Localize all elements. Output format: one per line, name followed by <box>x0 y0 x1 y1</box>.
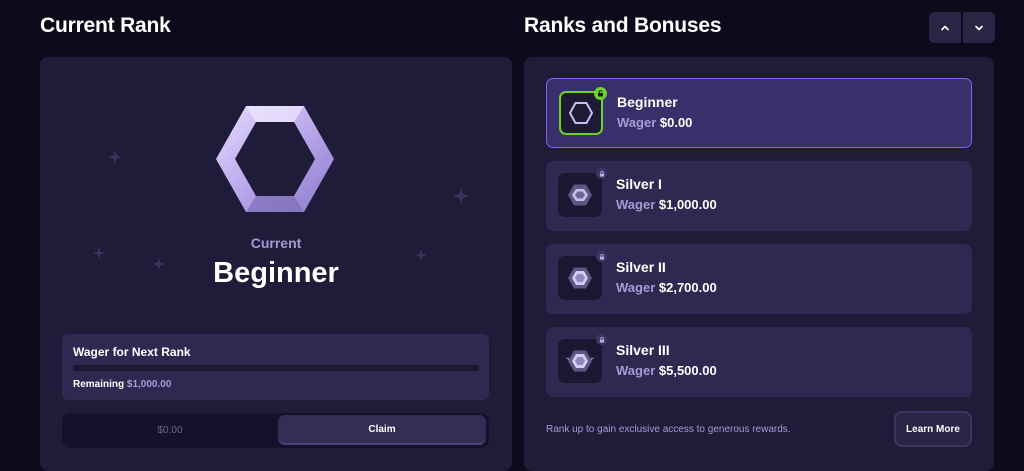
rank-wager: Wager $0.00 <box>617 115 692 130</box>
rank-card-silver-3[interactable]: Silver III Wager $5,500.00 <box>546 327 972 397</box>
claim-amount: $0.00 <box>157 425 183 436</box>
current-label: Current <box>250 235 302 251</box>
rank-icon-box <box>558 334 607 383</box>
sparkle-icon <box>453 188 469 204</box>
next-rank-progress-box: Wager for Next Rank Remaining $1,000.00 <box>62 334 489 400</box>
rank-card-silver-2[interactable]: Silver II Wager $2,700.00 <box>546 244 972 314</box>
chevron-up-icon <box>941 25 949 30</box>
rank-wager-amount: $2,700.00 <box>658 280 717 295</box>
rank-wager-amount: $5,500.00 <box>658 363 717 378</box>
current-rank-title: Current Rank <box>40 14 171 37</box>
rank-card-silver-1[interactable]: Silver I Wager $1,000.00 <box>546 161 972 231</box>
rank-name: Beginner <box>617 94 678 110</box>
silver-rank-icon <box>565 350 595 372</box>
scroll-up-button[interactable] <box>929 12 961 43</box>
lock-icon <box>596 334 607 345</box>
current-rank-name: Beginner <box>213 257 339 289</box>
rank-icon-box <box>558 251 607 300</box>
ranks-footer-text: Rank up to gain exclusive access to gene… <box>546 424 791 435</box>
next-rank-progress-bar <box>73 365 479 371</box>
rank-scroll-controls <box>929 12 995 43</box>
unlocked-badge-icon <box>594 87 607 100</box>
wager-label: Wager <box>616 363 656 378</box>
hexagon-rank-icon <box>216 106 334 212</box>
ranks-panel: Beginner Wager $0.00 Silver I Wager $1,0… <box>524 57 994 471</box>
rank-icon-box <box>559 87 607 135</box>
claim-button[interactable]: Claim <box>278 415 486 445</box>
lock-icon <box>596 251 607 262</box>
lock-icon <box>596 168 607 179</box>
rank-wager: Wager $1,000.00 <box>616 197 717 212</box>
silver-rank-icon <box>568 184 592 206</box>
rank-name: Silver I <box>616 176 662 192</box>
ranks-and-bonuses-title: Ranks and Bonuses <box>524 14 722 37</box>
learn-more-button[interactable]: Learn More <box>894 411 972 447</box>
wager-label: Wager <box>616 280 656 295</box>
wager-label: Wager <box>617 115 657 130</box>
rank-name: Silver II <box>616 259 666 275</box>
wager-for-next-rank-label: Wager for Next Rank <box>73 345 191 359</box>
rank-name: Silver III <box>616 342 670 358</box>
claim-row: $0.00 Claim <box>62 413 489 448</box>
hexagon-rank-icon <box>569 102 593 124</box>
silver-rank-icon <box>568 267 592 289</box>
scroll-down-button[interactable] <box>963 12 995 43</box>
chevron-down-icon <box>975 25 983 30</box>
rank-wager-amount: $1,000.00 <box>658 197 717 212</box>
rank-wager: Wager $2,700.00 <box>616 280 717 295</box>
rank-wager-amount: $0.00 <box>659 115 693 130</box>
sparkle-icon <box>108 150 122 164</box>
rank-icon-box <box>558 168 607 217</box>
wager-label: Wager <box>616 197 656 212</box>
remaining-value: $1,000.00 <box>126 379 172 390</box>
rank-card-beginner[interactable]: Beginner Wager $0.00 <box>546 78 972 148</box>
remaining-label: Remaining <box>73 379 125 390</box>
remaining-text: Remaining $1,000.00 <box>73 379 171 390</box>
current-rank-panel: Current Beginner Wager for Next Rank Rem… <box>40 57 512 471</box>
rank-wager: Wager $5,500.00 <box>616 363 717 378</box>
